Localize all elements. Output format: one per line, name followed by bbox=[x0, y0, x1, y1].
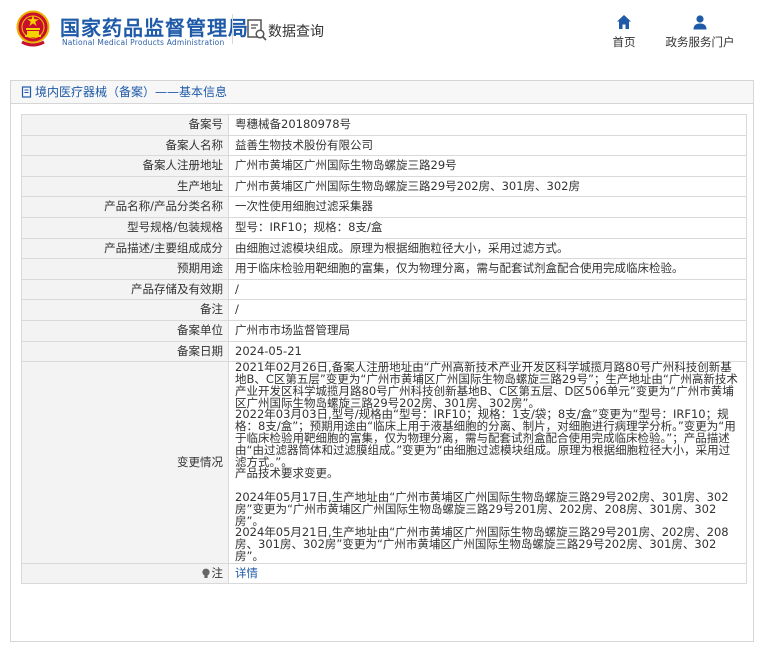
table-row: 备案号 粤穗械备20180978号 bbox=[21, 114, 747, 136]
field-value: 粤穗械备20180978号 bbox=[228, 114, 747, 136]
table-row: 产品存储及有效期 / bbox=[21, 278, 747, 301]
note-label-cell: 注 bbox=[21, 562, 229, 585]
header-divider bbox=[232, 14, 233, 44]
field-value: / bbox=[228, 299, 747, 321]
change-entry: 产品技术要求变更。 bbox=[235, 466, 339, 481]
user-icon bbox=[693, 15, 707, 30]
field-label: 产品描述/主要组成成分 bbox=[21, 237, 229, 260]
field-value: 型号：IRF10；规格：8支/盒 bbox=[228, 216, 747, 239]
home-icon bbox=[617, 15, 631, 29]
section-title: 数据查询 bbox=[268, 24, 324, 40]
field-value: 用于临床检验用靶细胞的富集，仅为物理分离，需与配套试剂盒配合使用完成临床检验。 bbox=[228, 258, 747, 280]
document-icon bbox=[21, 86, 32, 98]
nav-service-portal-label: 政务服务门户 bbox=[665, 35, 735, 49]
field-label: 备案号 bbox=[21, 114, 229, 136]
note-value-cell: 详情 bbox=[228, 562, 747, 585]
table-row: 预期用途 用于临床检验用靶细胞的富集，仅为物理分离，需与配套试剂盒配合使用完成临床… bbox=[21, 258, 747, 280]
field-value: 广州市市场监督管理局 bbox=[228, 319, 747, 342]
field-value: 广州市黄埔区广州国际生物岛螺旋三路29号202房、301房、302房 bbox=[228, 175, 747, 198]
table-row: 产品名称/产品分类名称 一次性使用细胞过滤采集器 bbox=[21, 196, 747, 218]
field-value: 广州市黄埔区广州国际生物岛螺旋三路29号 bbox=[228, 155, 747, 177]
table-row: 备案人注册地址 广州市黄埔区广州国际生物岛螺旋三路29号 bbox=[21, 155, 747, 177]
field-value: 益善生物技术股份有限公司 bbox=[228, 134, 747, 157]
site-header: 国家药品监督管理局 National Medical Products Admi… bbox=[0, 0, 764, 66]
field-value: 一次性使用细胞过滤采集器 bbox=[228, 196, 747, 218]
change-history-label: 变更情况 bbox=[21, 361, 229, 564]
record-panel: 境内医疗器械（备案）——基本信息 备案号 粤穗械备20180978号 备案人名称益… bbox=[10, 80, 754, 642]
record-table: 备案号 粤穗械备20180978号 备案人名称 益善生物技术股份有限公司 备案人注册… bbox=[21, 114, 747, 585]
panel-header: 境内医疗器械（备案）——基本信息 bbox=[11, 81, 753, 104]
field-label: 备案人名称 bbox=[21, 134, 229, 157]
field-label: 预期用途 bbox=[21, 258, 229, 280]
table-row: 产品描述/主要组成成分 由细胞过滤模块组成。原理为根据细胞粒径大小，采用过滤方式。 bbox=[21, 237, 747, 260]
field-label: 产品存储及有效期 bbox=[21, 278, 229, 301]
change-entry: 2021年02月26日,备案人注册地址由“广州高新技术产业开发区科学城揽月路80… bbox=[235, 360, 738, 410]
site-name-cn: 国家药品监督管理局 bbox=[60, 16, 249, 40]
change-history-value: 2021年02月26日,备案人注册地址由“广州高新技术产业开发区科学城揽月路80… bbox=[228, 360, 747, 564]
field-label: 型号规格/包装规格 bbox=[21, 216, 229, 239]
data-search-icon bbox=[247, 19, 267, 41]
change-entry: 2022年03月03日,型号/规格由“型号：IRF10；规格：1支/袋；8支/盒… bbox=[235, 407, 736, 469]
change-entry: 2024年05月21日,生产地址由“广州市黄埔区广州国际生物岛螺旋三路29号20… bbox=[235, 525, 729, 564]
field-label: 备案人注册地址 bbox=[21, 155, 229, 177]
field-label: 生产地址 bbox=[21, 175, 229, 198]
field-value: / bbox=[228, 278, 747, 301]
site-name-en: National Medical Products Administration bbox=[62, 38, 225, 47]
panel-title: 境内医疗器械（备案）——基本信息 bbox=[35, 85, 228, 99]
note-row: 注 详情 bbox=[21, 562, 747, 585]
table-row: 备案人名称 益善生物技术股份有限公司 bbox=[21, 134, 747, 157]
field-label: 备案日期 bbox=[21, 340, 229, 363]
lightbulb-icon bbox=[201, 568, 210, 578]
field-label: 备案单位 bbox=[21, 319, 229, 342]
table-row: 备案日期 2024-05-21 bbox=[21, 340, 747, 363]
table-row: 备注 / bbox=[21, 299, 747, 321]
field-value: 2024-05-21 bbox=[228, 340, 747, 363]
national-emblem-icon bbox=[16, 10, 50, 47]
change-history-row: 变更情况 2021年02月26日,备案人注册地址由“广州高新技术产业开发区科学城… bbox=[21, 360, 747, 564]
field-label: 产品名称/产品分类名称 bbox=[21, 196, 229, 218]
nav-home[interactable]: 首页 bbox=[606, 14, 642, 50]
table-row: 备案单位 广州市市场监督管理局 bbox=[21, 319, 747, 342]
nav-service-portal[interactable]: 政务服务门户 bbox=[660, 14, 740, 50]
details-link[interactable]: 详情 bbox=[235, 566, 258, 580]
field-label: 备注 bbox=[21, 299, 229, 321]
change-entry: 2024年05月17日,生产地址由“广州市黄埔区广州国际生物岛螺旋三路29号20… bbox=[235, 490, 729, 528]
table-row: 生产地址 广州市黄埔区广州国际生物岛螺旋三路29号202房、301房、302房 bbox=[21, 175, 747, 198]
nav-home-label: 首页 bbox=[612, 35, 636, 49]
note-label: 注 bbox=[211, 565, 224, 580]
field-value: 由细胞过滤模块组成。原理为根据细胞粒径大小，采用过滤方式。 bbox=[228, 237, 747, 260]
table-row: 型号规格/包装规格 型号：IRF10；规格：8支/盒 bbox=[21, 216, 747, 239]
